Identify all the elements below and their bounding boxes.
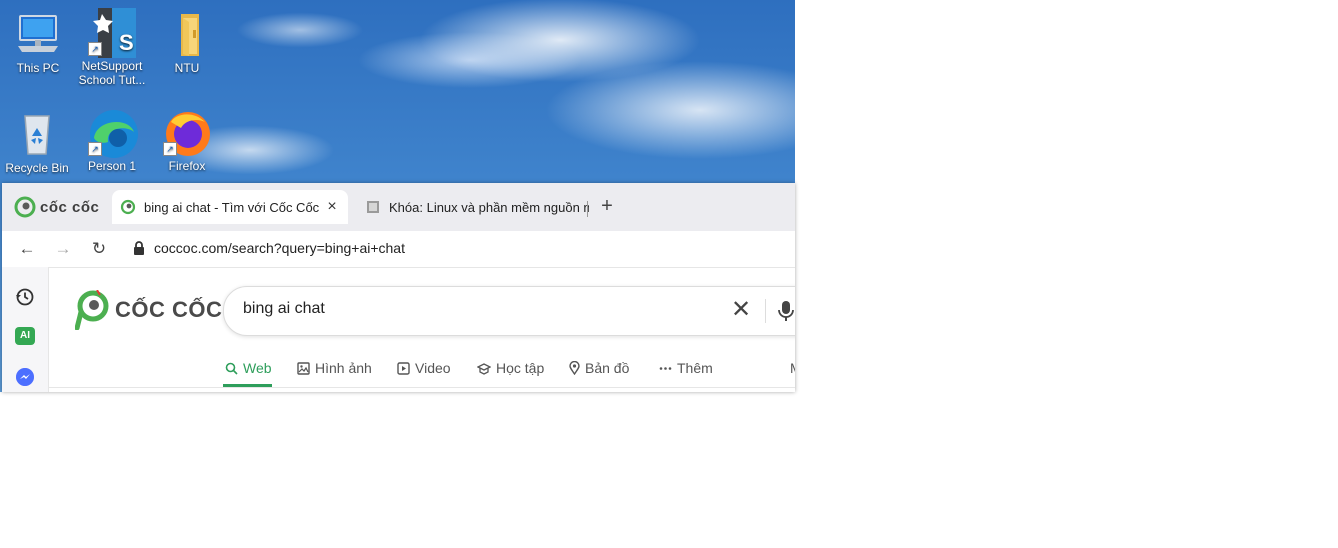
shortcut-arrow-icon: ↗ — [88, 142, 102, 156]
vertical-tab-label: Video — [415, 360, 451, 376]
vertical-tab-label: Hình ảnh — [315, 360, 372, 376]
vertical-tab-web[interactable]: Web — [225, 360, 272, 376]
coccoc-page-logo[interactable]: CỐC CỐC — [75, 290, 222, 330]
search-box: ✕ — [223, 286, 795, 336]
lock-icon — [134, 241, 144, 255]
ai-assistant-icon[interactable]: AI — [15, 327, 35, 345]
desktop-icon-recycle-bin[interactable]: Recycle Bin — [2, 110, 72, 175]
vertical-tab-label: Web — [243, 360, 272, 376]
vertical-overflow-text[interactable]: M — [790, 360, 795, 376]
coccoc-menu-button[interactable]: cốc cốc — [14, 196, 99, 218]
tab-separator — [587, 201, 588, 217]
browser-sidebar: AI — [2, 267, 48, 392]
messenger-icon[interactable] — [15, 367, 35, 387]
desktop-icon-label: NetSupport School Tut... — [78, 59, 146, 87]
desktop-icon-firefox[interactable]: ↗ Firefox — [152, 108, 222, 173]
vertical-tab-maps[interactable]: Bản đồ — [569, 360, 629, 376]
desktop-icon-this-pc[interactable]: This PC — [3, 10, 73, 75]
image-icon — [297, 361, 310, 375]
search-icon — [225, 362, 238, 375]
more-dots-icon — [659, 366, 672, 370]
brand-text: cốc cốc — [40, 198, 100, 216]
back-button[interactable]: ← — [15, 237, 39, 261]
coccoc-favicon-icon — [120, 199, 136, 215]
reload-button[interactable]: ↻ — [87, 237, 111, 261]
video-icon — [397, 361, 410, 375]
coccoc-logo-icon — [14, 196, 36, 218]
desktop-icon-label: Firefox — [168, 159, 206, 173]
browser-window: cốc cốc bing ai chat - Tìm với Cốc Cốc ×… — [2, 183, 795, 392]
history-icon[interactable] — [15, 287, 35, 307]
microphone-icon[interactable] — [778, 299, 794, 323]
tabs-divider — [49, 387, 795, 388]
search-page: CỐC CỐC ✕ Web Hình ảnh — [48, 267, 795, 392]
shortcut-arrow-icon: ↗ — [88, 42, 102, 56]
vertical-tab-label: Thêm — [677, 360, 713, 376]
new-tab-button[interactable]: + — [596, 195, 618, 217]
page-favicon-icon — [367, 201, 379, 213]
search-input[interactable] — [243, 300, 683, 318]
coccoc-big-logo-icon — [75, 290, 109, 330]
computer-icon — [14, 10, 62, 58]
tab-title: bing ai chat - Tìm với Cốc Cốc — [144, 199, 320, 215]
desktop-icon-label: This PC — [16, 61, 60, 75]
tab-title: Khóa: Linux và phần mềm nguồn m — [389, 199, 589, 215]
tab-active[interactable]: bing ai chat - Tìm với Cốc Cốc × — [112, 190, 348, 224]
svg-text:S: S — [119, 30, 134, 55]
folder-icon — [163, 10, 211, 58]
tab-close-icon[interactable]: × — [322, 198, 342, 216]
netsupport-icon: S ↗ — [88, 8, 136, 58]
desktop-icon-label: NTU — [174, 61, 200, 75]
map-pin-icon — [569, 361, 580, 375]
address-bar[interactable]: coccoc.com/search?query=bing+ai+chat — [123, 233, 795, 263]
vertical-tab-label: Bản đồ — [585, 360, 630, 376]
forward-button[interactable]: → — [51, 237, 75, 261]
vertical-tab-label: Học tập — [496, 360, 545, 376]
firefox-icon: ↗ — [163, 108, 211, 156]
clear-search-icon[interactable]: ✕ — [729, 298, 753, 322]
toolbar: ← → ↻ coccoc.com/search?query=bing+ai+ch… — [2, 231, 795, 267]
desktop-icon-label: Person 1 — [87, 159, 137, 173]
desktop-icon-person-1[interactable]: ↗ Person 1 — [77, 108, 147, 173]
desktop-icon-ntu[interactable]: NTU — [152, 10, 222, 75]
recycle-bin-icon — [13, 110, 61, 158]
logo-text: CỐC CỐC — [115, 297, 223, 322]
desktop-icon-label: Recycle Bin — [5, 161, 69, 175]
desktop-icon-netsupport[interactable]: S ↗ NetSupport School Tut... — [77, 8, 147, 87]
graduation-icon — [477, 362, 491, 375]
vertical-tab-video[interactable]: Video — [397, 360, 451, 376]
vertical-tab-more[interactable]: Thêm — [659, 360, 713, 376]
vertical-tab-learning[interactable]: Học tập — [477, 360, 544, 376]
edge-icon: ↗ — [88, 108, 138, 158]
address-text: coccoc.com/search?query=bing+ai+chat — [154, 240, 405, 256]
shortcut-arrow-icon: ↗ — [163, 142, 177, 156]
search-divider — [765, 299, 766, 323]
vertical-tab-images[interactable]: Hình ảnh — [297, 360, 372, 376]
tab-strip: cốc cốc bing ai chat - Tìm với Cốc Cốc ×… — [2, 183, 795, 231]
tab-inactive[interactable]: Khóa: Linux và phần mềm nguồn m — [357, 190, 589, 224]
